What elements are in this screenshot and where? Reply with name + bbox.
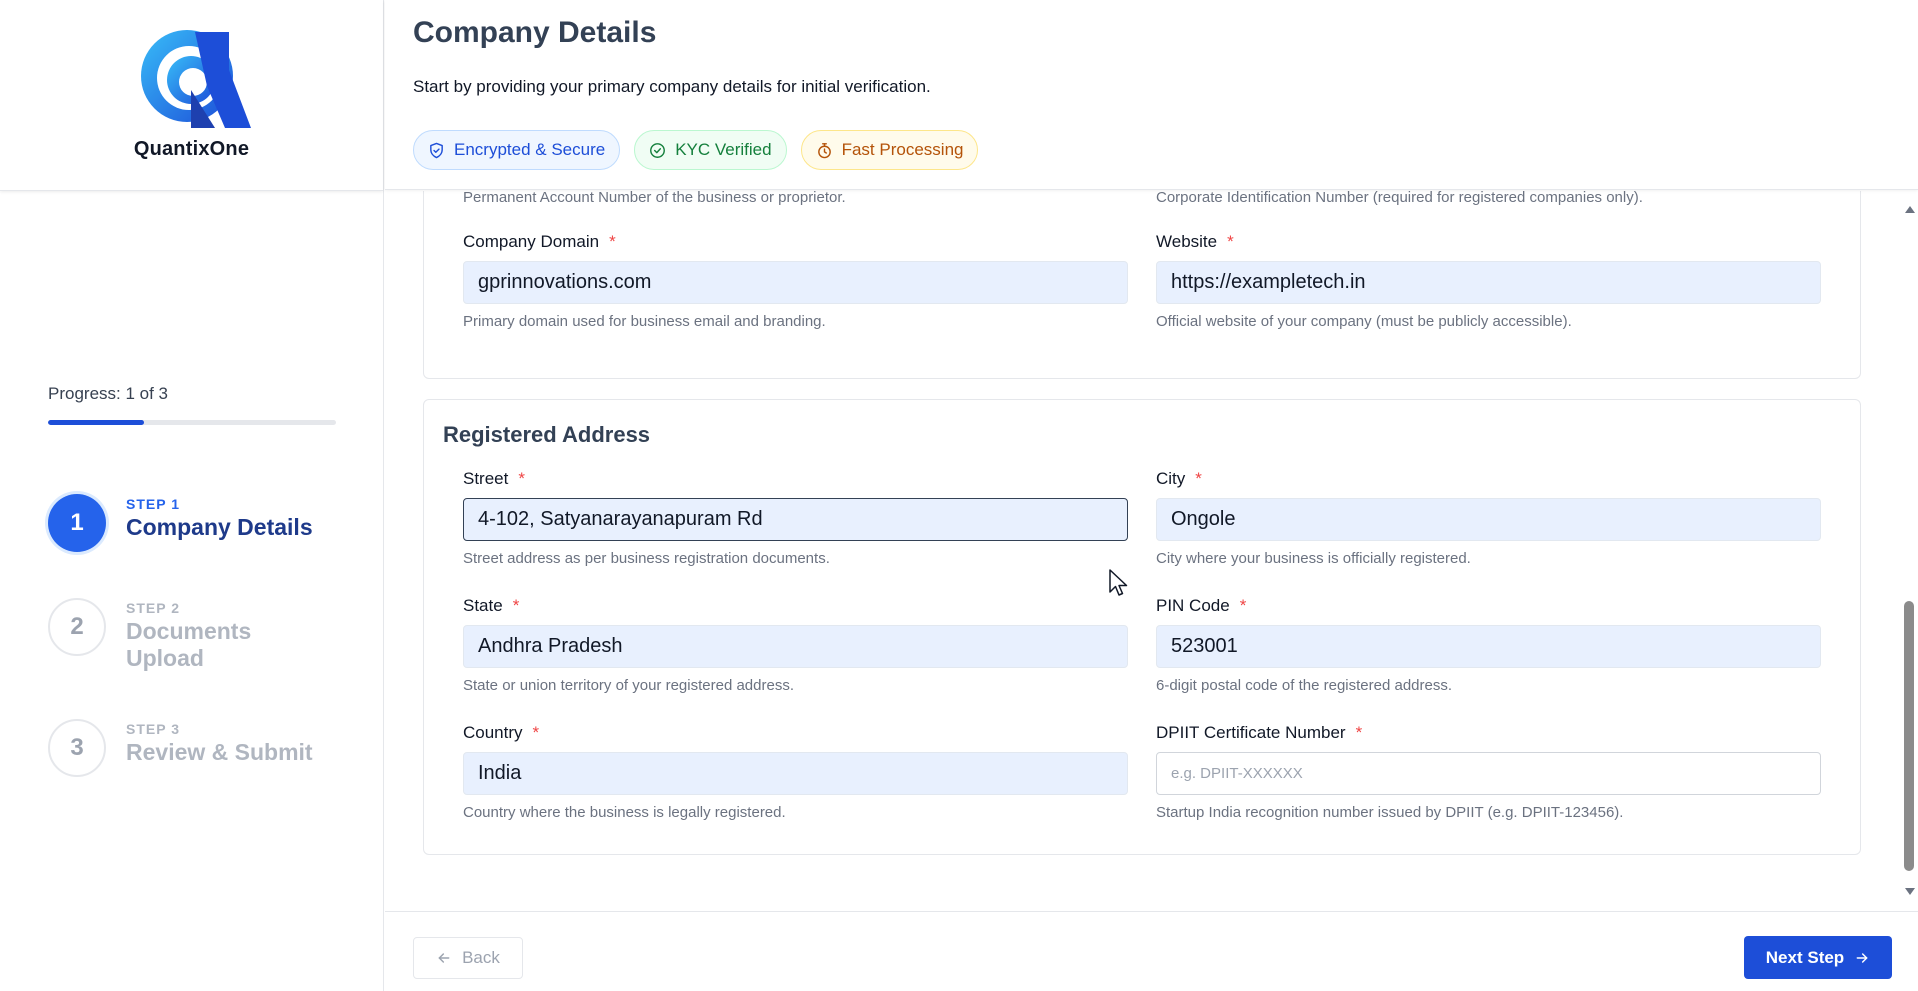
step-title: Review & Submit <box>126 739 313 765</box>
country-hint: Country where the business is legally re… <box>463 804 786 821</box>
step-number-badge: 3 <box>48 719 106 777</box>
progress-bar-fill <box>48 420 144 425</box>
step-kicker: STEP 1 <box>126 496 180 512</box>
street-label: Street * <box>463 469 525 488</box>
city-label: City * <box>1156 469 1202 488</box>
required-marker: * <box>512 596 520 615</box>
pin-code-label: PIN Code * <box>1156 596 1247 615</box>
quantixone-logo <box>140 30 251 128</box>
step-kicker: STEP 2 <box>126 600 180 616</box>
form-scrollbar[interactable] <box>1900 191 1918 911</box>
dpiit-input[interactable] <box>1156 752 1821 795</box>
country-input[interactable] <box>463 752 1128 795</box>
state-label: State * <box>463 596 520 615</box>
back-button[interactable]: Back <box>413 937 523 979</box>
required-marker: * <box>518 469 525 488</box>
form-scroll-area[interactable]: Permanent Account Number of the business… <box>385 191 1900 911</box>
city-hint: City where your business is officially r… <box>1156 550 1471 567</box>
required-marker: * <box>1239 596 1247 615</box>
city-input[interactable] <box>1156 498 1821 541</box>
street-hint: Street address as per business registrat… <box>463 550 830 567</box>
badge-encrypted: Encrypted & Secure <box>413 130 621 170</box>
stopwatch-icon <box>817 142 831 158</box>
check-circle-icon <box>650 142 666 158</box>
state-hint: State or union territory of your registe… <box>463 677 794 694</box>
badge-label: Fast Processing <box>841 140 964 159</box>
progress-bar <box>48 420 336 425</box>
step-number-badge: 2 <box>48 598 106 656</box>
required-marker: * <box>609 232 616 251</box>
step-title: Company Details <box>126 514 313 540</box>
progress-label: Progress: 1 of 3 <box>48 384 169 403</box>
website-input[interactable] <box>1156 261 1821 304</box>
company-info-card: Permanent Account Number of the business… <box>423 191 1861 379</box>
company-domain-label: Company Domain * <box>463 232 616 251</box>
step-kicker: STEP 3 <box>126 721 180 737</box>
website-label: Website * <box>1156 232 1234 251</box>
step-documents-upload[interactable]: 2 STEP 2 Documents Upload <box>48 598 326 672</box>
badge-label: KYC Verified <box>675 140 772 159</box>
badge-fast-processing: Fast Processing <box>800 130 979 170</box>
pin-code-hint: 6-digit postal code of the registered ad… <box>1156 677 1453 694</box>
required-marker: * <box>532 723 540 742</box>
step-company-details[interactable]: 1 STEP 1 Company Details <box>48 494 326 552</box>
scroll-up-arrow-icon[interactable] <box>1905 206 1915 213</box>
page-header: Company Details Start by providing your … <box>385 0 1918 190</box>
sidebar: QuantixOne Progress: 1 of 3 1 STEP 1 Com… <box>0 0 384 991</box>
cin-hint: Corporate Identification Number (require… <box>1156 191 1643 206</box>
back-button-label: Back <box>462 948 500 967</box>
next-step-button[interactable]: Next Step <box>1744 936 1892 979</box>
trust-badges: Encrypted & Secure KYC Verified Fast Pro… <box>413 130 979 170</box>
dpiit-hint: Startup India recognition number issued … <box>1156 804 1624 821</box>
registered-address-card: Registered Address Street* Street addres… <box>423 399 1861 855</box>
required-marker: * <box>1195 469 1202 488</box>
scrollbar-thumb[interactable] <box>1904 601 1914 871</box>
page-title: Company Details <box>413 16 657 49</box>
brand-name: QuantixOne <box>133 138 250 160</box>
brand-header: QuantixOne <box>0 0 383 191</box>
next-step-label: Next Step <box>1765 947 1845 967</box>
badge-kyc-verified: KYC Verified <box>634 130 787 170</box>
dpiit-label: DPIIT Certificate Number * <box>1156 723 1363 742</box>
company-domain-hint: Primary domain used for business email a… <box>463 313 826 330</box>
badge-label: Encrypted & Secure <box>454 140 606 159</box>
pin-code-input[interactable] <box>1156 625 1821 668</box>
street-input[interactable] <box>463 498 1128 541</box>
scroll-down-arrow-icon[interactable] <box>1905 888 1915 895</box>
shield-icon <box>430 142 443 158</box>
country-label: Country * <box>463 723 540 742</box>
step-number-badge: 1 <box>48 494 106 552</box>
arrow-right-icon <box>1856 952 1868 963</box>
step-review-submit[interactable]: 3 STEP 3 Review & Submit <box>48 719 326 777</box>
required-marker: * <box>1355 723 1363 742</box>
pan-hint: Permanent Account Number of the business… <box>463 191 846 206</box>
page-subtitle: Start by providing your primary company … <box>413 77 931 96</box>
company-domain-input[interactable] <box>463 261 1128 304</box>
form-footer: Back Next Step <box>385 911 1918 991</box>
website-hint: Official website of your company (must b… <box>1156 313 1572 330</box>
required-marker: * <box>1227 232 1234 251</box>
registered-address-title: Registered Address <box>443 422 651 447</box>
step-title: Documents Upload <box>126 618 252 671</box>
state-input[interactable] <box>463 625 1128 668</box>
arrow-left-icon <box>438 953 450 963</box>
mouse-cursor-icon <box>1109 569 1128 596</box>
